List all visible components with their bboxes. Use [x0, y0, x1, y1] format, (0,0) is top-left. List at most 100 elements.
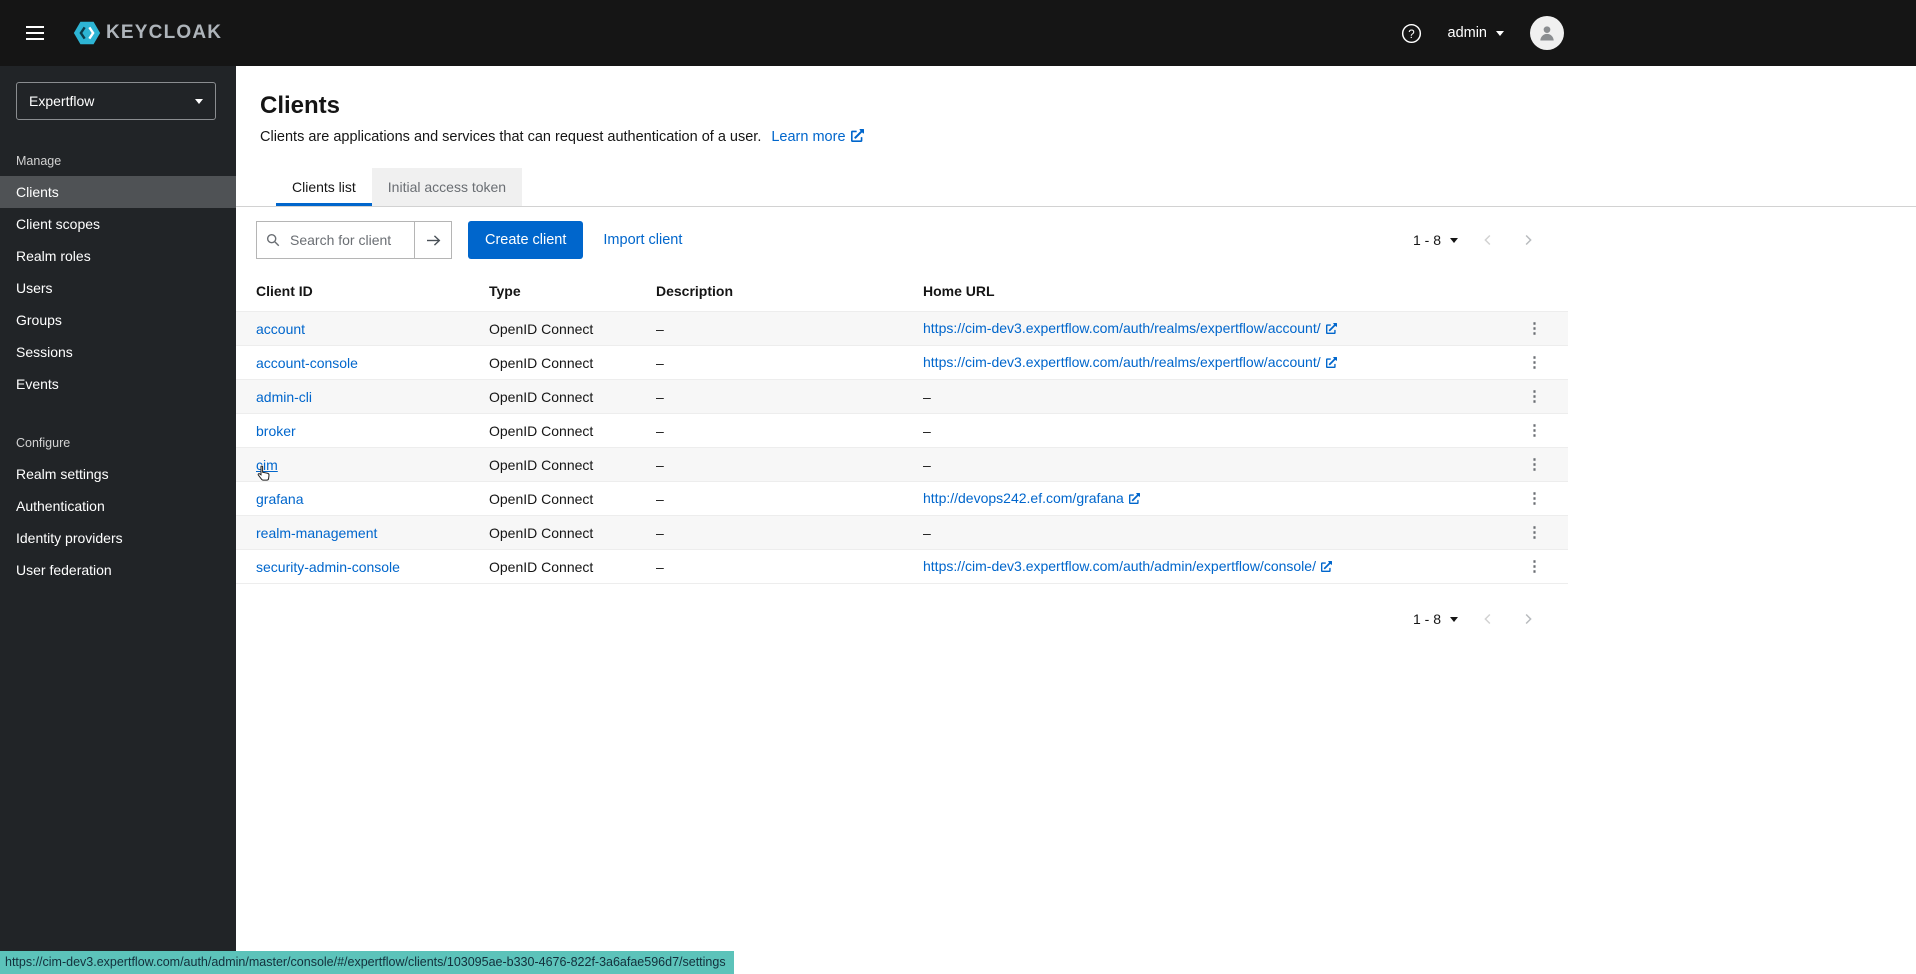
- home-url-link[interactable]: http://devops242.ef.com/grafana: [923, 490, 1140, 506]
- tab-initial-access-token[interactable]: Initial access token: [372, 168, 522, 206]
- sidebar-item-client-scopes[interactable]: Client scopes: [0, 208, 236, 240]
- table-row: admin-cli OpenID Connect – – ⋮: [236, 380, 1568, 414]
- row-kebab-menu[interactable]: ⋮: [1521, 319, 1548, 338]
- client-type-cell: OpenID Connect: [469, 346, 636, 380]
- row-kebab-menu[interactable]: ⋮: [1521, 421, 1548, 440]
- sidebar-item-identity-providers[interactable]: Identity providers: [0, 522, 236, 554]
- tab-clients-list[interactable]: Clients list: [276, 168, 372, 206]
- search-group: [256, 221, 452, 259]
- table-row: grafana OpenID Connect – http://devops24…: [236, 482, 1568, 516]
- toolbar: Create client Import client 1 - 8: [236, 207, 1568, 273]
- previous-page-button[interactable]: [1468, 600, 1508, 638]
- row-kebab-menu[interactable]: ⋮: [1521, 489, 1548, 508]
- avatar[interactable]: [1530, 16, 1564, 50]
- external-link-icon: [1326, 355, 1337, 371]
- home-url-link[interactable]: https://cim-dev3.expertflow.com/auth/rea…: [923, 320, 1337, 336]
- client-type-cell: OpenID Connect: [469, 380, 636, 414]
- client-home-url-cell: –: [903, 516, 1501, 550]
- brand-wordmark: KEYCLOAK: [106, 22, 222, 44]
- row-kebab-menu[interactable]: ⋮: [1521, 353, 1548, 372]
- next-page-button[interactable]: [1508, 221, 1548, 259]
- client-id-link[interactable]: security-admin-console: [256, 559, 400, 575]
- row-kebab-menu[interactable]: ⋮: [1521, 523, 1548, 542]
- client-description-cell: –: [636, 516, 903, 550]
- search-input[interactable]: [256, 221, 414, 259]
- masthead: KEYCLOAK ? admin: [0, 0, 1916, 66]
- row-kebab-menu[interactable]: ⋮: [1521, 387, 1548, 406]
- realm-selector-label: Expertflow: [29, 93, 94, 109]
- client-home-url-cell: –: [903, 414, 1501, 448]
- chevron-right-icon: [1522, 233, 1534, 247]
- column-header-actions: [1501, 273, 1568, 312]
- sidebar-item-realm-settings[interactable]: Realm settings: [0, 458, 236, 490]
- client-type-cell: OpenID Connect: [469, 414, 636, 448]
- row-kebab-menu[interactable]: ⋮: [1521, 455, 1548, 474]
- realm-selector[interactable]: Expertflow: [16, 82, 216, 120]
- chevron-down-icon: [1496, 31, 1504, 36]
- client-id-link[interactable]: realm-management: [256, 525, 377, 541]
- chevron-down-icon: [195, 99, 203, 104]
- home-url-link[interactable]: https://cim-dev3.expertflow.com/auth/adm…: [923, 558, 1332, 574]
- user-icon: [1537, 23, 1557, 43]
- user-menu[interactable]: admin: [1448, 25, 1505, 41]
- sidebar: Expertflow ManageClientsClient scopesRea…: [0, 66, 236, 974]
- sidebar-item-authentication[interactable]: Authentication: [0, 490, 236, 522]
- sidebar-item-clients[interactable]: Clients: [0, 176, 236, 208]
- client-description-cell: –: [636, 414, 903, 448]
- client-description-cell: –: [636, 550, 903, 584]
- client-type-cell: OpenID Connect: [469, 312, 636, 346]
- client-home-url-cell: https://cim-dev3.expertflow.com/auth/rea…: [903, 312, 1501, 346]
- client-id-link[interactable]: account-console: [256, 355, 358, 371]
- client-home-url-cell: –: [903, 380, 1501, 414]
- sidebar-item-users[interactable]: Users: [0, 272, 236, 304]
- home-url-link[interactable]: https://cim-dev3.expertflow.com/auth/rea…: [923, 354, 1337, 370]
- learn-more-link[interactable]: Learn more: [771, 129, 863, 145]
- sidebar-item-groups[interactable]: Groups: [0, 304, 236, 336]
- row-kebab-menu[interactable]: ⋮: [1521, 557, 1548, 576]
- column-header-client-id: Client ID: [236, 273, 469, 312]
- search-submit-button[interactable]: [414, 221, 452, 259]
- pagination-range-dropdown[interactable]: 1 - 8: [1403, 611, 1468, 627]
- tab-bar: Clients list Initial access token: [236, 168, 1916, 207]
- page-subtitle-text: Clients are applications and services th…: [260, 129, 761, 145]
- table-header-row: Client ID Type Description Home URL: [236, 273, 1568, 312]
- table-row: broker OpenID Connect – – ⋮: [236, 414, 1568, 448]
- client-type-cell: OpenID Connect: [469, 550, 636, 584]
- client-id-link[interactable]: cim: [256, 457, 278, 473]
- client-home-url-cell: http://devops242.ef.com/grafana: [903, 482, 1501, 516]
- client-id-link[interactable]: account: [256, 321, 305, 337]
- help-icon[interactable]: ?: [1401, 23, 1422, 44]
- client-id-link[interactable]: broker: [256, 423, 296, 439]
- main-content: Clients Clients are applications and ser…: [236, 66, 1916, 974]
- sidebar-item-sessions[interactable]: Sessions: [0, 336, 236, 368]
- external-link-icon: [851, 129, 864, 146]
- chevron-right-icon: [1522, 612, 1534, 626]
- next-page-button[interactable]: [1508, 600, 1548, 638]
- page-subtitle: Clients are applications and services th…: [260, 129, 1892, 146]
- keycloak-logo: KEYCLOAK: [72, 18, 222, 48]
- client-id-link[interactable]: admin-cli: [256, 389, 312, 405]
- table-row: account-console OpenID Connect – https:/…: [236, 346, 1568, 380]
- client-id-link[interactable]: grafana: [256, 491, 303, 507]
- client-home-url-cell: –: [903, 448, 1501, 482]
- sidebar-item-user-federation[interactable]: User federation: [0, 554, 236, 586]
- arrow-right-icon: [426, 234, 441, 247]
- pagination-top: 1 - 8: [1403, 221, 1548, 259]
- sidebar-nav: ManageClientsClient scopesRealm rolesUse…: [0, 136, 236, 586]
- chevron-down-icon: [1450, 617, 1458, 622]
- import-client-button[interactable]: Import client: [599, 232, 686, 248]
- column-header-type: Type: [469, 273, 636, 312]
- status-bar-link-preview: https://cim-dev3.expertflow.com/auth/adm…: [0, 951, 734, 974]
- previous-page-button[interactable]: [1468, 221, 1508, 259]
- create-client-button[interactable]: Create client: [468, 221, 583, 259]
- table-row: account OpenID Connect – https://cim-dev…: [236, 312, 1568, 346]
- client-description-cell: –: [636, 448, 903, 482]
- nav-toggle-button[interactable]: [16, 16, 54, 50]
- pagination-bottom: 1 - 8: [236, 584, 1568, 654]
- sidebar-item-events[interactable]: Events: [0, 368, 236, 400]
- pagination-range-dropdown[interactable]: 1 - 8: [1403, 232, 1468, 248]
- nav-section-title: Manage: [0, 144, 236, 176]
- username-label: admin: [1448, 25, 1488, 41]
- sidebar-item-realm-roles[interactable]: Realm roles: [0, 240, 236, 272]
- client-description-cell: –: [636, 312, 903, 346]
